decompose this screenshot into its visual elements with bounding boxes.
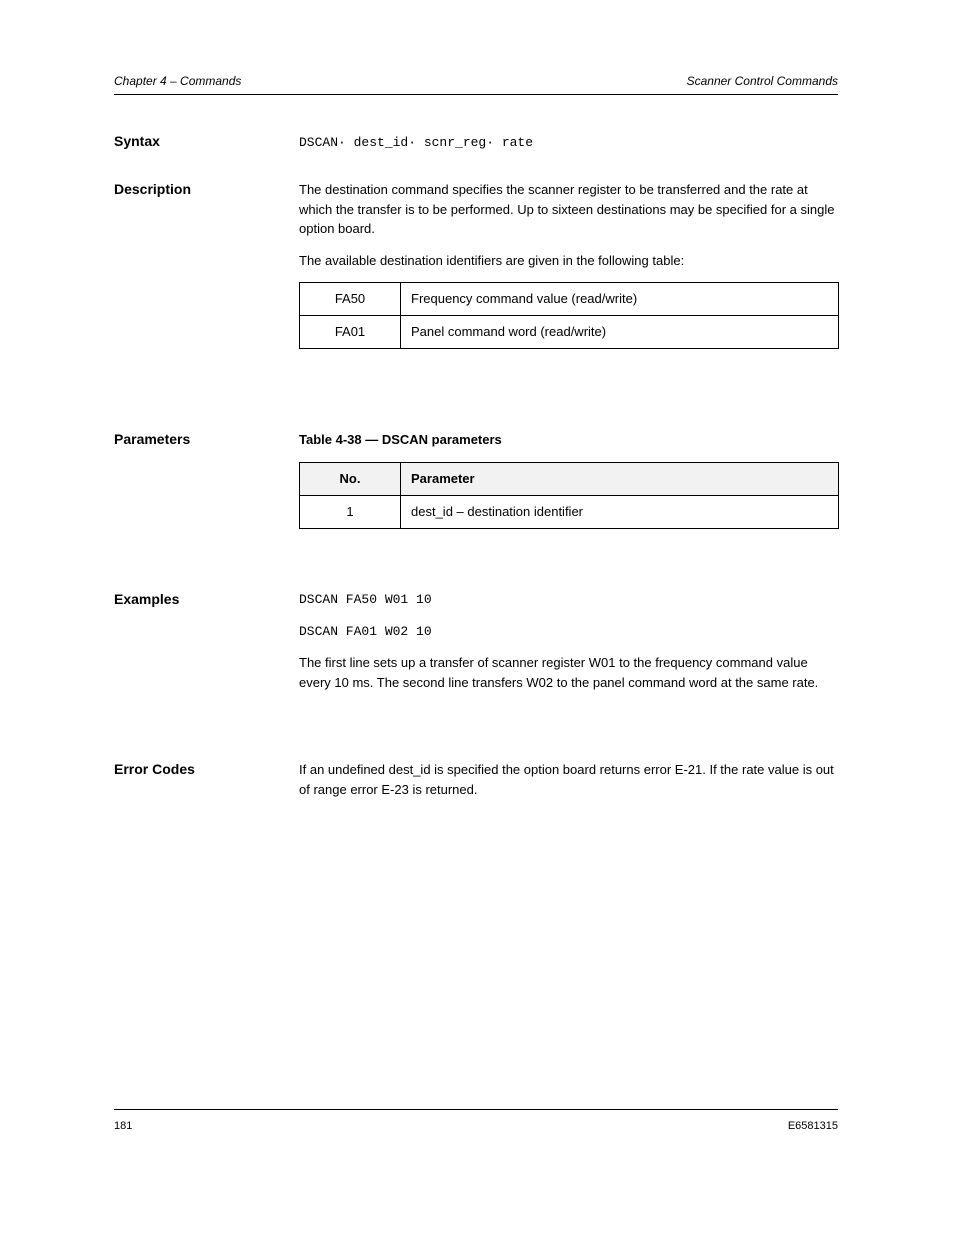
syntax-value: DSCAN· dest_id· scnr_reg· rate (299, 135, 533, 150)
description-para-2: The available destination identifiers ar… (299, 251, 839, 271)
param-header-desc: Parameter (401, 462, 839, 495)
example-line-2: DSCAN FA01 W02 10 (299, 622, 839, 642)
syntax-text: DSCAN· dest_id· scnr_reg· rate (299, 132, 839, 153)
parameters-table: No. Parameter 1 dest_id – destination id… (299, 462, 839, 529)
sidehead-description: Description (114, 180, 264, 199)
dest-id-table: FA50 Frequency command value (read/write… (299, 282, 839, 349)
param-desc-cell: dest_id – destination identifier (401, 495, 839, 528)
examples-body: DSCAN FA50 W01 10 DSCAN FA01 W02 10 The … (299, 590, 839, 704)
param-header-no: No. (300, 462, 401, 495)
footer-rule (114, 1109, 838, 1110)
header-chapter: Chapter 4 – Commands (114, 74, 241, 88)
sidehead-errors: Error Codes (114, 760, 264, 779)
table-row: FA01 Panel command word (read/write) (300, 316, 839, 349)
table-row: 1 dest_id – destination identifier (300, 495, 839, 528)
header-rule (114, 94, 838, 95)
example-line-1: DSCAN FA50 W01 10 (299, 590, 839, 610)
footer-doc-number: E6581315 (788, 1120, 838, 1132)
description-body: The destination command specifies the sc… (299, 180, 839, 349)
param-no-cell: 1 (300, 495, 401, 528)
dest-desc-cell: Panel command word (read/write) (401, 316, 839, 349)
dest-id-cell: FA01 (300, 316, 401, 349)
description-para-1: The destination command specifies the sc… (299, 180, 839, 239)
sidehead-syntax: Syntax (114, 132, 264, 151)
parameters-caption: Table 4-38 — DSCAN parameters (299, 430, 839, 450)
dest-desc-cell: Frequency command value (read/write) (401, 283, 839, 316)
parameters-body: Table 4-38 — DSCAN parameters No. Parame… (299, 430, 839, 529)
errors-body: If an undefined dest_id is specified the… (299, 760, 839, 811)
dest-id-cell: FA50 (300, 283, 401, 316)
sidehead-examples: Examples (114, 590, 264, 609)
errors-text: If an undefined dest_id is specified the… (299, 760, 839, 799)
footer-page-number: 181 (114, 1120, 132, 1132)
header-section: Scanner Control Commands (687, 74, 838, 88)
example-note: The first line sets up a transfer of sca… (299, 653, 839, 692)
table-row: FA50 Frequency command value (read/write… (300, 283, 839, 316)
sidehead-parameters: Parameters (114, 430, 264, 449)
table-header-row: No. Parameter (300, 462, 839, 495)
